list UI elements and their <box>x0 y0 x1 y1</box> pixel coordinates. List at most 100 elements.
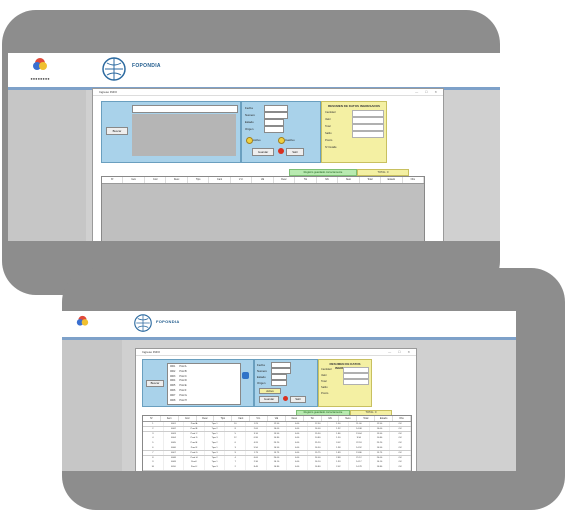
brand-globe-icon <box>102 57 126 81</box>
list-item-code: 0003 <box>170 374 176 378</box>
date-field[interactable] <box>264 105 288 112</box>
table-cell: 0.00 <box>287 450 308 456</box>
grid-column-header[interactable]: Desc <box>274 177 296 183</box>
grid-column-header[interactable]: Desc <box>197 416 215 421</box>
grid-column-header[interactable]: Cant <box>209 177 231 183</box>
grid-column-header[interactable]: Estado <box>375 416 394 421</box>
grid-header: Nº Item Cod Desc Tipo Cant V.U. Val Desc Tot IVA Ne… <box>102 177 424 184</box>
number-field[interactable] <box>264 112 288 119</box>
items-grid[interactable]: Nº Item Cod Desc Tipo Cant V.U. Val Desc Tot IVA Ne… <box>101 176 425 241</box>
grid-column-header[interactable]: Neto <box>339 416 358 421</box>
table-row[interactable]: 10 0010 Prod J Tipo 3 2 8.40 16.80 0.00 16.80 2.0… <box>143 465 411 471</box>
grid-column-header[interactable]: Neto <box>338 177 360 183</box>
table-cell: 9 <box>225 450 247 456</box>
grid-column-header[interactable]: Estado <box>381 177 403 183</box>
grid-column-header[interactable]: IVA <box>322 416 340 421</box>
items-grid[interactable]: Nº Item Cod Desc Tipo Cant V.U. Val Desc Tot IVA Ne… <box>142 415 412 471</box>
grid-column-header[interactable]: V.U. <box>250 416 269 421</box>
screenshot-empty-form: ●●●●●●●● FOPONDIA Ingreso INFO — ☐ ✕ Bus… <box>8 53 500 241</box>
grid-column-header[interactable]: Desc <box>166 177 188 183</box>
active-option-icon[interactable] <box>246 137 253 144</box>
select-icon[interactable] <box>242 372 249 379</box>
grid-column-header[interactable]: Cant <box>232 416 251 421</box>
search-panel: Buscar <box>101 101 241 163</box>
list-item[interactable]: 0001 Prod A <box>170 365 238 369</box>
grid-column-header[interactable]: Total <box>357 416 376 421</box>
list-item[interactable]: 0003 Prod C <box>170 375 238 379</box>
grid-column-header[interactable]: V.U. <box>231 177 253 183</box>
grid-column-header[interactable]: Item <box>161 416 179 421</box>
table-cell: 0.00 <box>287 426 308 432</box>
exit-icon[interactable] <box>283 396 288 401</box>
table-cell: 3 <box>143 431 164 436</box>
field-label-state: Estado <box>257 375 266 379</box>
grid-column-header[interactable]: Cod <box>145 177 167 183</box>
table-cell: 9 <box>143 460 164 465</box>
grid-column-header[interactable]: Desc <box>286 416 304 421</box>
table-cell: 12.50 <box>370 422 391 427</box>
window-controls[interactable]: — ☐ ✕ <box>388 350 413 354</box>
grid-column-header[interactable]: Tot <box>295 177 317 183</box>
grid-column-header[interactable]: Tipo <box>214 416 233 421</box>
table-cell: 0007 <box>164 450 185 456</box>
table-cell: 0004 <box>164 436 185 441</box>
list-item-code: 0004 <box>170 379 176 383</box>
brand-globe-icon <box>134 314 152 332</box>
grid-column-header[interactable]: Tot <box>304 416 322 421</box>
summary-label: Total <box>325 125 331 128</box>
grid-column-header[interactable]: Val <box>252 177 274 183</box>
field-label-number: Numero <box>257 369 267 373</box>
list-item-name: Prod F <box>179 389 187 392</box>
table-cell: 0.00 <box>287 441 308 446</box>
list-item[interactable]: 0008 Prod H <box>170 399 238 403</box>
list-item[interactable]: 0002 Prod B <box>170 370 238 374</box>
window-controls[interactable]: — ☐ ✕ <box>415 90 440 94</box>
results-list-empty <box>132 114 236 156</box>
grid-column-header[interactable]: Item <box>123 177 145 183</box>
grid-column-header[interactable]: Cod <box>179 416 197 421</box>
origin-field[interactable] <box>271 380 287 386</box>
option-active-button[interactable]: Activo <box>259 388 281 394</box>
grid-column-header[interactable]: Nº <box>143 416 161 421</box>
table-cell: 0.00 <box>287 460 308 465</box>
window-title: Ingreso INFO <box>136 349 416 356</box>
brand-name: FOPONDIA <box>156 319 180 324</box>
table-cell: 10.80 <box>308 436 329 441</box>
list-item[interactable]: 0006 Prod F <box>170 389 238 393</box>
app-logo-icon <box>32 57 48 73</box>
summary-value <box>352 117 384 124</box>
save-button[interactable]: Guardar <box>252 148 274 156</box>
list-item[interactable]: 0005 Prod E <box>170 384 238 388</box>
save-button[interactable]: Guardar <box>259 396 279 403</box>
grid-column-header[interactable]: Total <box>360 177 382 183</box>
form-window: Ingreso INFO — ☐ ✕ Buscar Fecha Numero E… <box>92 88 444 241</box>
exit-button[interactable]: Salir <box>286 148 304 156</box>
grid-column-header[interactable]: Val <box>268 416 286 421</box>
table-cell: 1.93 <box>328 460 350 465</box>
table-cell: OK <box>390 426 411 432</box>
search-button[interactable]: Buscar <box>146 380 164 387</box>
state-field[interactable] <box>264 119 284 126</box>
list-item-name: Prod B <box>179 369 187 373</box>
table-cell: 16.80 <box>370 465 391 470</box>
search-button[interactable]: Buscar <box>106 127 128 135</box>
table-cell: 9.50 <box>349 436 370 441</box>
list-item[interactable]: 0007 Prod G <box>170 394 238 398</box>
list-item[interactable]: 0004 Prod D <box>170 379 238 383</box>
grid-column-header[interactable]: Obs <box>393 416 411 421</box>
table-cell: 4 <box>143 436 164 441</box>
grid-column-header[interactable]: IVA <box>317 177 339 183</box>
grid-column-header[interactable]: Obs <box>403 177 424 183</box>
table-cell: Tipo 1 <box>205 460 226 465</box>
exit-button[interactable]: Salir <box>290 396 306 403</box>
grid-column-header[interactable]: Nº <box>102 177 124 183</box>
origin-field[interactable] <box>264 126 284 133</box>
search-input[interactable] <box>132 105 238 113</box>
grid-column-header[interactable]: Tipo <box>188 177 210 183</box>
exit-icon[interactable] <box>278 148 284 154</box>
table-cell: 16.50 <box>308 446 329 451</box>
list-item-code: 0006 <box>170 389 176 392</box>
inactive-option-icon[interactable] <box>278 137 285 144</box>
results-list[interactable]: 0001 Prod A 0002 Prod B 0003 Prod C 0004 Prod D… <box>167 363 241 405</box>
summary-label: Saldo <box>321 386 328 389</box>
